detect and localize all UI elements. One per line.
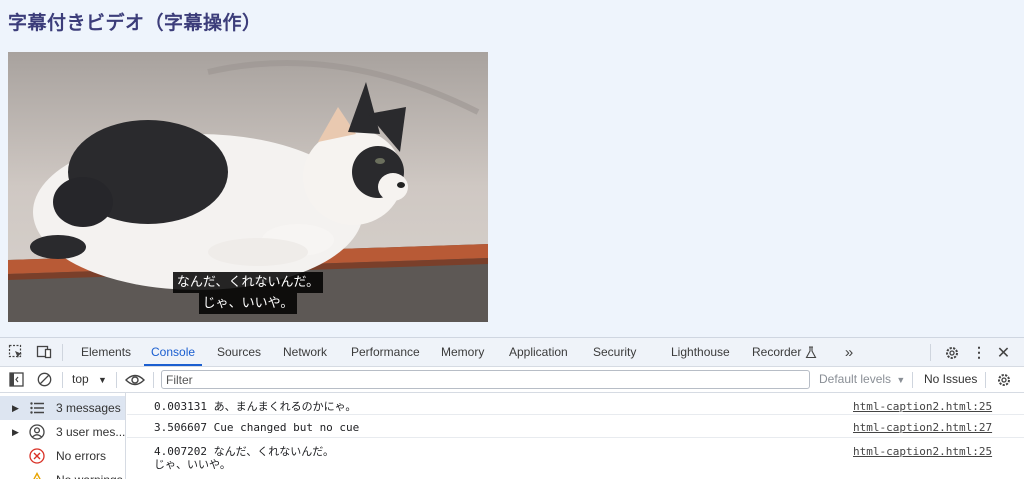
tab-application[interactable]: Application xyxy=(509,338,568,366)
log-levels-dropdown[interactable]: Default levels ▼ xyxy=(819,367,905,393)
message-text: 4.007202 なんだ、くれないんだ。 じゃ、いいや。 xyxy=(154,445,334,471)
tab-recorder[interactable]: Recorder xyxy=(752,338,801,366)
toolbar-divider xyxy=(116,372,117,388)
dropdown-arrow-icon: ▼ xyxy=(98,375,107,385)
dropdown-arrow-icon: ▼ xyxy=(896,375,906,385)
context-selector[interactable]: top ▼ xyxy=(72,367,107,393)
more-options-icon[interactable]: ⋮ xyxy=(972,344,986,361)
console-settings-gear-icon[interactable] xyxy=(995,371,1012,388)
context-value: top xyxy=(72,372,89,386)
tab-elements[interactable]: Elements xyxy=(81,338,131,366)
console-sidebar: ▶ 3 messages ▶ 3 user mes... No errors N… xyxy=(0,393,126,479)
toolbar-divider xyxy=(62,372,63,388)
sidebar-item-label: 3 messages xyxy=(56,401,121,415)
expand-arrow-icon[interactable]: ▶ xyxy=(12,420,19,444)
console-message: 3.506607 Cue changed but no cue html-cap… xyxy=(127,415,1024,438)
log-levels-label: Default levels xyxy=(819,372,892,386)
caption-line: じゃ、いいや。 xyxy=(198,293,298,314)
more-tabs-icon[interactable]: » xyxy=(840,343,858,361)
filter-box xyxy=(161,370,810,389)
list-icon xyxy=(30,402,44,414)
settings-gear-icon[interactable] xyxy=(943,344,960,361)
console-toolbar: top ▼ Default levels ▼ No Issues xyxy=(0,367,1024,393)
caption-line: なんだ、くれないんだ。 xyxy=(172,272,324,293)
issues-button[interactable]: No Issues xyxy=(924,367,977,392)
message-source-link[interactable]: html-caption2.html:25 xyxy=(853,445,992,458)
flask-icon xyxy=(804,345,818,359)
user-icon xyxy=(29,424,45,440)
clear-console-icon[interactable] xyxy=(35,371,53,388)
tab-memory[interactable]: Memory xyxy=(441,338,484,366)
live-expression-eye-icon[interactable] xyxy=(124,371,146,388)
sidebar-toggle-icon[interactable] xyxy=(7,371,25,388)
video-caption: なんだ、くれないんだ。 じゃ、いいや。 xyxy=(8,272,488,314)
tab-console[interactable]: Console xyxy=(143,338,203,366)
devtools-tabbar: Elements Console Sources Network Perform… xyxy=(0,338,1024,367)
tab-lighthouse[interactable]: Lighthouse xyxy=(671,338,730,366)
page-title: 字幕付きビデオ（字幕操作） xyxy=(8,12,262,34)
message-text: 0.003131 あ、まんまくれるのかにゃ。 xyxy=(154,400,357,413)
tab-performance[interactable]: Performance xyxy=(351,338,420,366)
message-text: 3.506607 Cue changed but no cue xyxy=(154,421,360,434)
expand-arrow-icon[interactable]: ▶ xyxy=(12,396,19,420)
toolbar-divider xyxy=(62,344,63,361)
devtools-panel: Elements Console Sources Network Perform… xyxy=(0,337,1024,479)
sidebar-item-messages[interactable]: ▶ 3 messages xyxy=(0,396,125,420)
tab-security[interactable]: Security xyxy=(593,338,636,366)
inspect-element-icon[interactable] xyxy=(7,344,25,360)
device-toolbar-icon[interactable] xyxy=(35,344,53,360)
message-source-link[interactable]: html-caption2.html:27 xyxy=(853,421,992,434)
sidebar-item-errors[interactable]: No errors xyxy=(0,444,125,468)
console-message: 0.003131 あ、まんまくれるのかにゃ。 html-caption2.htm… xyxy=(127,393,1024,415)
toolbar-divider xyxy=(912,372,913,388)
console-messages: 0.003131 あ、まんまくれるのかにゃ。 html-caption2.htm… xyxy=(127,393,1024,479)
warning-icon xyxy=(33,472,41,479)
sidebar-item-warnings[interactable]: No warnings xyxy=(0,468,125,479)
toolbar-divider xyxy=(985,372,986,388)
console-message: 4.007202 なんだ、くれないんだ。 じゃ、いいや。 html-captio… xyxy=(127,438,1024,479)
sidebar-item-label: 3 user mes... xyxy=(56,425,126,439)
error-icon xyxy=(29,448,45,464)
filter-input[interactable] xyxy=(162,371,809,388)
close-devtools-icon[interactable]: ✕ xyxy=(995,344,1012,362)
sidebar-item-label: No warnings xyxy=(56,468,123,479)
message-source-link[interactable]: html-caption2.html:25 xyxy=(853,400,992,413)
video-player[interactable]: なんだ、くれないんだ。 じゃ、いいや。 xyxy=(8,52,488,322)
sidebar-item-label: No errors xyxy=(56,449,107,463)
toolbar-divider xyxy=(930,344,931,361)
toolbar-divider xyxy=(153,372,154,388)
sidebar-item-user-messages[interactable]: ▶ 3 user mes... xyxy=(0,420,126,444)
tab-network[interactable]: Network xyxy=(283,338,327,366)
tab-sources[interactable]: Sources xyxy=(217,338,261,366)
